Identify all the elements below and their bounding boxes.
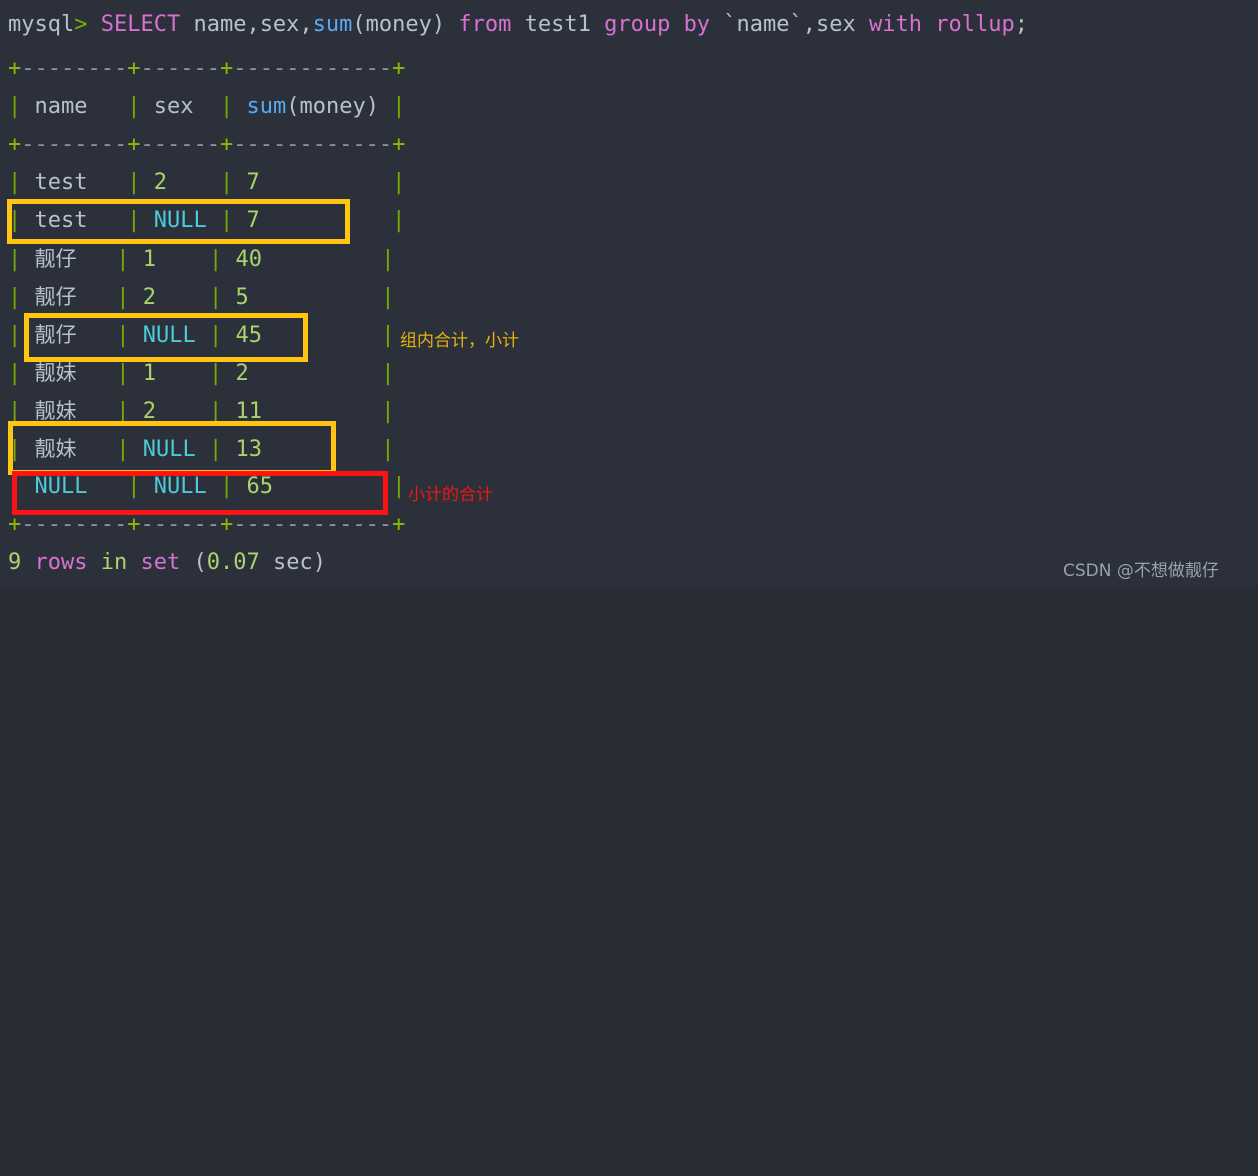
table-border-mid: +--------+------+------------+ xyxy=(8,132,406,157)
table-border-top: +--------+------+------------+ xyxy=(8,56,406,81)
cell-name: 靓仔 xyxy=(34,285,77,309)
sec-word: sec xyxy=(259,550,313,575)
cell-name: 靓妹 xyxy=(34,437,77,461)
cell-sex: 2 xyxy=(142,399,156,424)
statement-terminator: ; xyxy=(1014,12,1028,37)
column-header-name: name xyxy=(34,94,88,119)
sql-query-line: mysql> SELECT name,sex,sum(money) from t… xyxy=(8,6,1028,44)
table-border-bottom: +--------+------+------------+ xyxy=(8,512,406,537)
cell-money: 7 xyxy=(246,170,260,195)
annotation-subtotal-label: 组内合计，小计 xyxy=(400,331,519,351)
prompt-arrow-icon: > xyxy=(74,12,88,37)
cell-money: 11 xyxy=(235,399,262,424)
annotation-grandtotal-label: 小计的合计 xyxy=(408,485,493,505)
keyword-with-rollup: with rollup xyxy=(869,12,1015,37)
terminal-text-layer: mysql> SELECT name,sex,sum(money) from t… xyxy=(0,0,1258,588)
cell-name: 靓仔 xyxy=(34,323,77,347)
elapsed-time: 0.07 xyxy=(206,550,260,575)
rows-word: rows xyxy=(21,550,101,575)
column-header-sex: sex xyxy=(153,94,194,119)
group-by-columns: `name`,sex xyxy=(710,12,870,37)
result-footer: 9 rows in set (0.07 sec) xyxy=(8,544,326,582)
table-row: | test | 2 | 7 | xyxy=(8,170,406,195)
keyword-from: from xyxy=(445,12,512,37)
cell-sex: 1 xyxy=(142,361,156,386)
cell-money: 2 xyxy=(235,361,249,386)
cell-sex: NULL xyxy=(142,437,196,462)
cell-money: 7 xyxy=(246,208,260,233)
space-1 xyxy=(87,12,100,37)
table-row: | test | NULL | 7 | xyxy=(8,208,406,233)
table-name: test1 xyxy=(511,12,605,37)
cell-money: 40 xyxy=(235,247,262,272)
cell-sex: 2 xyxy=(142,285,156,310)
csdn-watermark: CSDN @不想做靓仔 xyxy=(1063,561,1219,581)
paren-open: ( xyxy=(193,550,207,575)
in-word: in xyxy=(100,550,128,575)
cell-name: 靓妹 xyxy=(34,399,77,423)
table-row: | 靓仔 | 1 | 40 | xyxy=(8,247,395,272)
table-row: | 靓妹 | 2 | 11 | xyxy=(8,399,395,424)
function-sum: sum xyxy=(312,12,353,37)
cell-sex: NULL xyxy=(142,323,196,348)
cell-name: test xyxy=(34,208,88,233)
table-row: | 靓妹 | NULL | 13 | xyxy=(8,437,395,462)
table-row: | 靓妹 | 1 | 2 | xyxy=(8,361,395,386)
cell-money: 65 xyxy=(246,474,273,499)
cell-money: 13 xyxy=(235,437,262,462)
keyword-select: SELECT xyxy=(100,12,181,37)
table-row: | 靓仔 | NULL | 45 | xyxy=(8,323,395,348)
mysql-prompt: mysql xyxy=(8,12,75,37)
cell-name: NULL xyxy=(34,474,88,499)
set-word: set xyxy=(127,550,194,575)
table-row: | NULL | NULL | 65 | xyxy=(8,474,406,499)
table-header-row: | name | sex | sum(money) | xyxy=(8,94,406,119)
keyword-group-by: group by xyxy=(604,12,711,37)
cell-sex: 2 xyxy=(153,170,167,195)
cell-money: 45 xyxy=(235,323,262,348)
cell-money: 5 xyxy=(235,285,249,310)
table-row: | 靓仔 | 2 | 5 | xyxy=(8,285,395,310)
cell-name: 靓仔 xyxy=(34,247,77,271)
select-column-list: name,sex, xyxy=(180,12,313,37)
paren-close: ) xyxy=(312,550,326,575)
cell-name: test xyxy=(34,170,88,195)
terminal-screen: mysql> SELECT name,sex,sum(money) from t… xyxy=(0,0,1258,588)
cell-sex: NULL xyxy=(153,474,207,499)
cell-name: 靓妹 xyxy=(34,361,77,385)
row-count: 9 xyxy=(8,550,22,575)
cell-sex: NULL xyxy=(153,208,207,233)
function-args: (money) xyxy=(352,12,446,37)
cell-sex: 1 xyxy=(142,247,156,272)
